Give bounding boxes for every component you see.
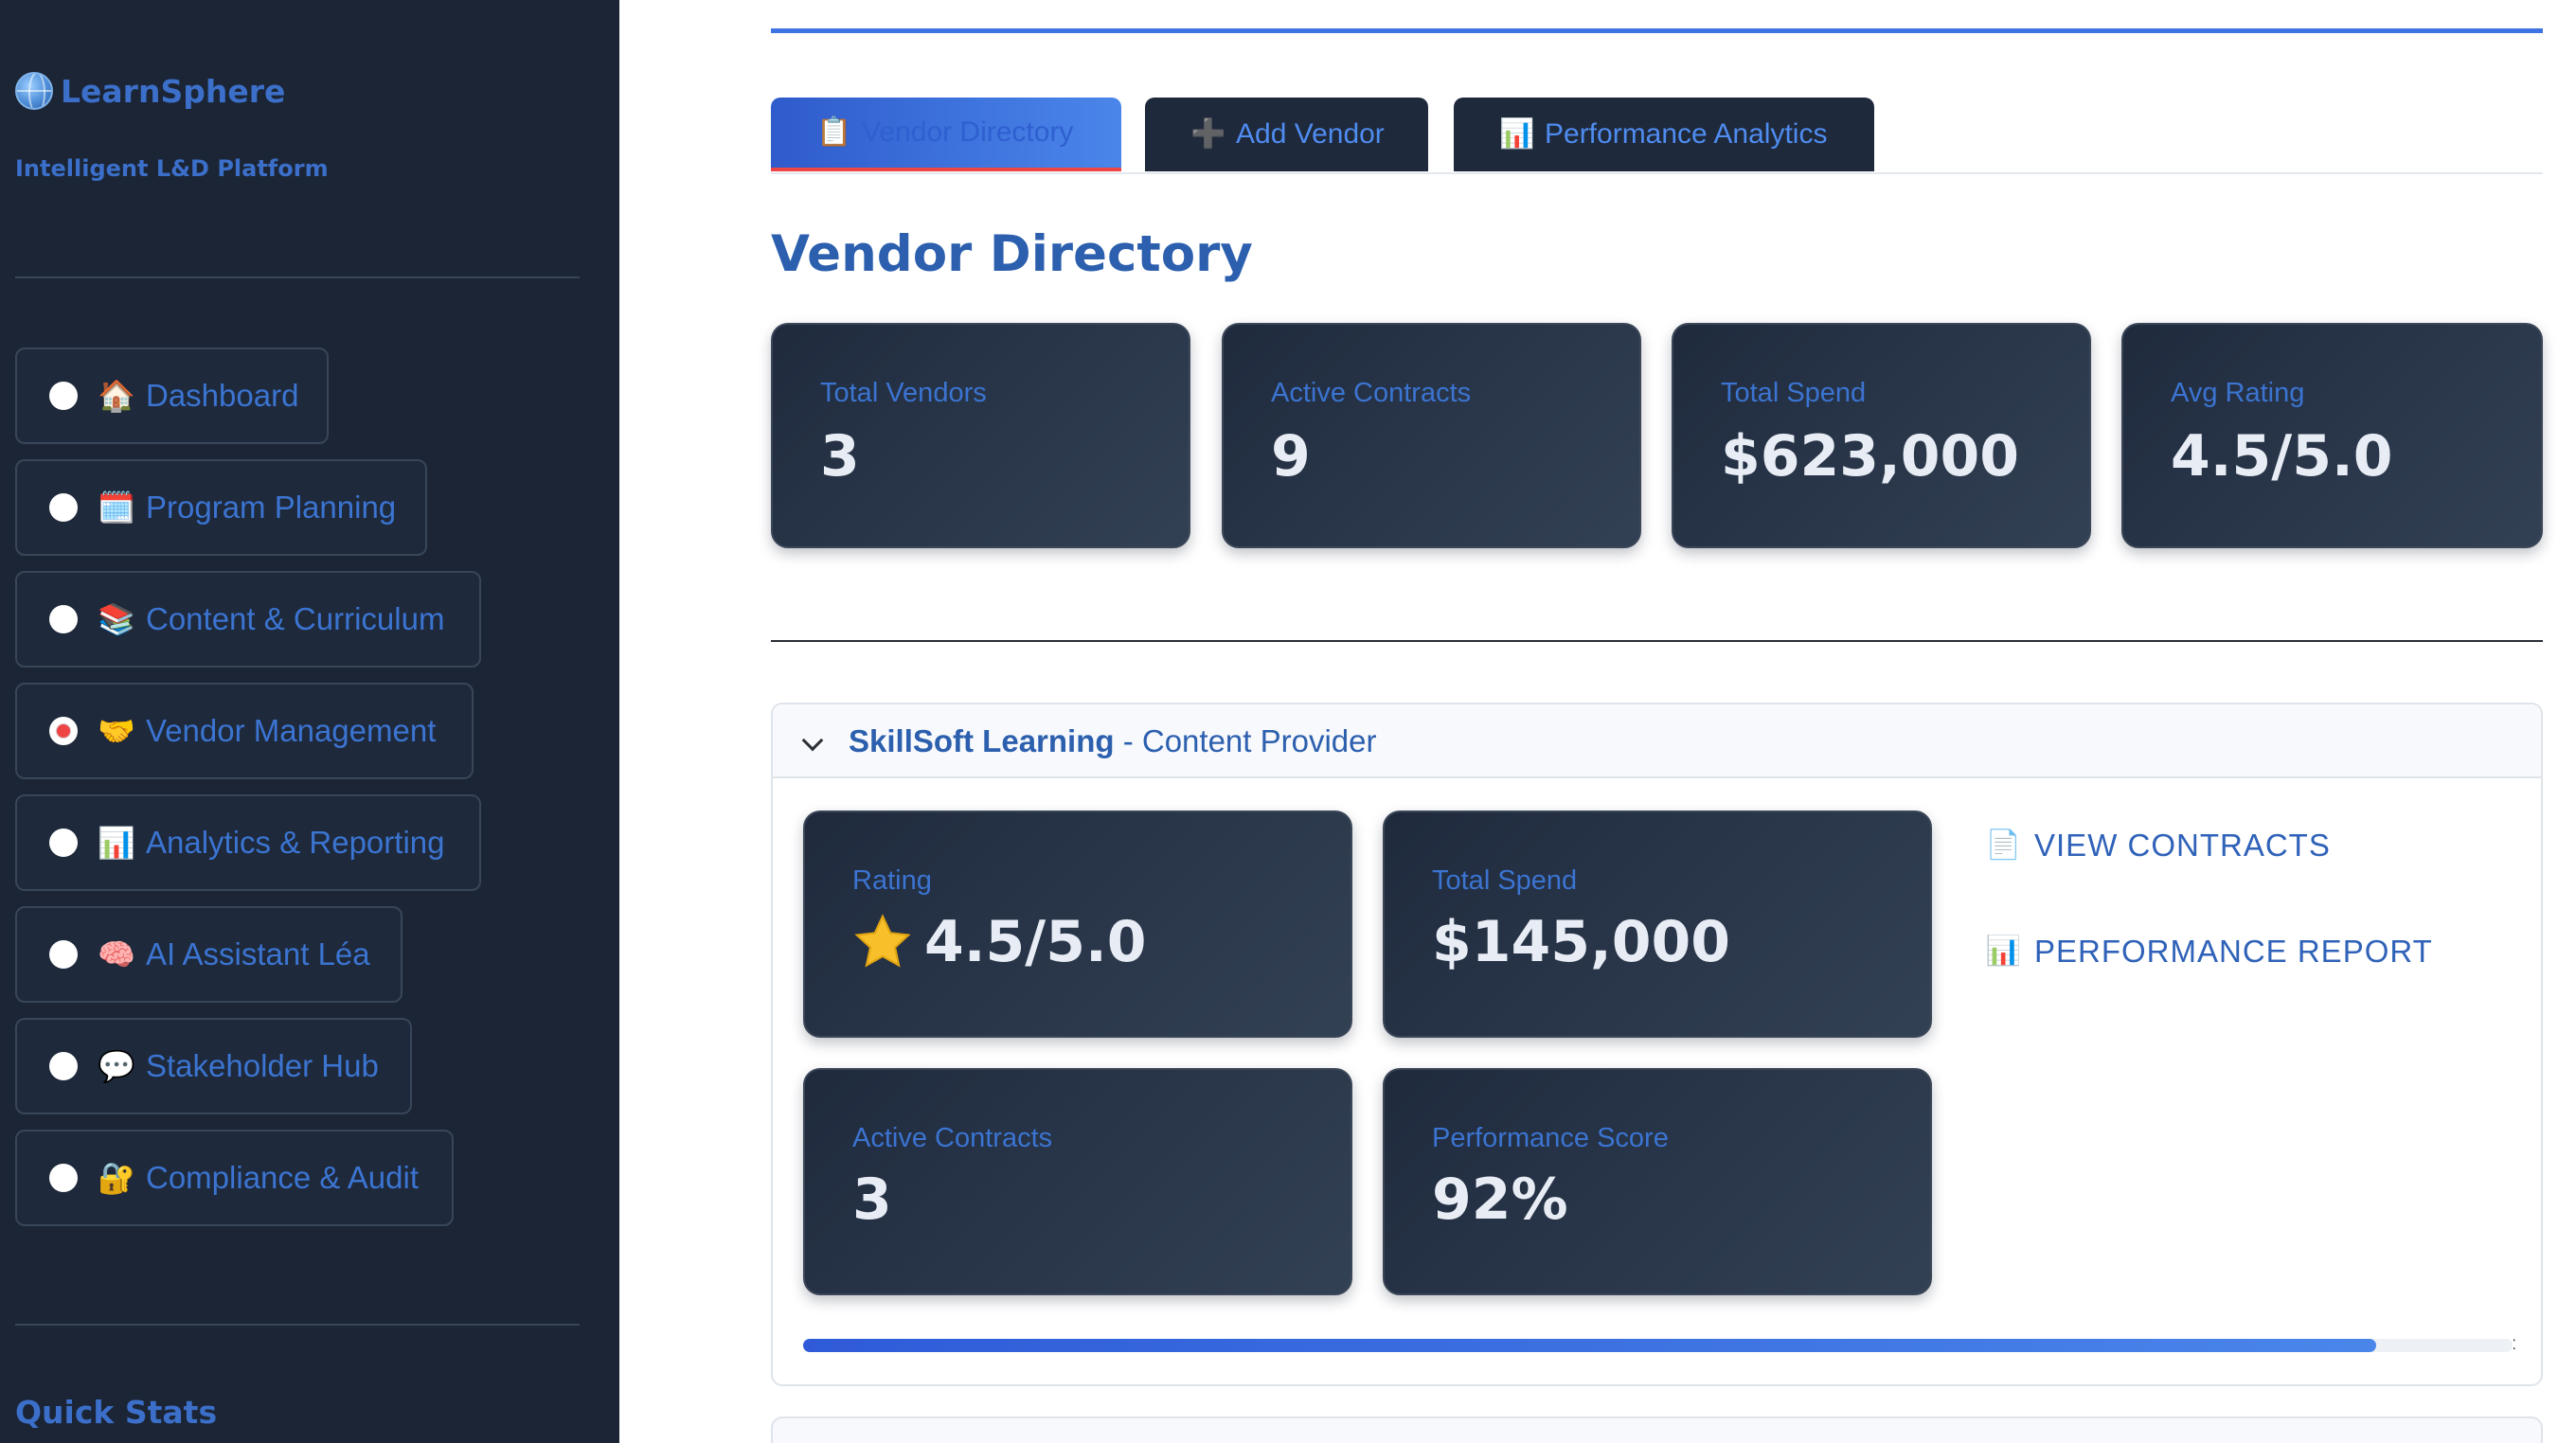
tab-label: Performance Analytics [1545, 118, 1828, 150]
view-contracts-button[interactable]: 📄 VIEW CONTRACTS [1985, 828, 2331, 864]
sidebar-divider [15, 276, 580, 278]
metric-value: 3 [852, 1167, 892, 1233]
sidebar-item-ai-assistant[interactable]: 🧠 AI Assistant Léa [15, 906, 402, 1003]
section-divider [771, 640, 2543, 642]
speech-bubble-icon: 💬 [98, 1048, 135, 1084]
radio-ai-assistant[interactable] [49, 940, 78, 969]
page-title: Vendor Directory [771, 225, 1253, 283]
metric-label: Total Spend [1721, 378, 1867, 408]
lock-key-icon: 🔐 [98, 1160, 135, 1196]
house-icon: 🏠 [98, 378, 135, 414]
vendor-rating-card: Rating 4.5/5.0 [803, 811, 1352, 1038]
metric-label: Active Contracts [852, 1123, 1053, 1153]
vendor-score-card: Performance Score 92% [1383, 1068, 1932, 1295]
metric-value: 3 [820, 423, 860, 490]
calendar-icon: 🗓️ [98, 490, 135, 526]
vendor-spend-card: Total Spend $145,000 [1383, 811, 1932, 1038]
tab-vendor-directory[interactable]: 📋 Vendor Directory [771, 98, 1121, 171]
sidebar-item-stakeholder-hub[interactable]: 💬 Stakeholder Hub [15, 1018, 412, 1114]
metric-value: $623,000 [1721, 423, 2020, 490]
star-icon [854, 914, 911, 968]
performance-progress-bar: ⁚ [803, 1337, 2516, 1352]
sidebar-divider [15, 1324, 580, 1326]
sidebar-item-analytics-reporting[interactable]: 📊 Analytics & Reporting [15, 794, 481, 891]
vendor-title: SkillSoft Learning - Content Provider [849, 723, 1377, 759]
sidebar-item-label: Program Planning [146, 490, 397, 525]
sidebar-item-label: AI Assistant Léa [146, 936, 370, 971]
tab-performance-analytics[interactable]: 📊 Performance Analytics [1454, 98, 1874, 171]
sidebar-item-label: Content & Curriculum [146, 601, 445, 636]
action-label: PERFORMANCE REPORT [2034, 934, 2433, 969]
radio-compliance-audit[interactable] [49, 1164, 78, 1192]
bar-chart-icon: 📊 [1985, 935, 2023, 968]
vendor-expander: SkillSoft Learning - Content Provider Ra… [771, 703, 2543, 1386]
clipboard-icon: 📋 [816, 116, 852, 149]
document-icon: 📄 [1985, 828, 2023, 862]
metric-label: Avg Rating [2171, 378, 2305, 408]
sidebar-item-label: Compliance & Audit [146, 1160, 419, 1195]
action-label: VIEW CONTRACTS [2034, 828, 2331, 863]
vendor-name: SkillSoft Learning [849, 723, 1115, 758]
performance-progress-fill [803, 1339, 2376, 1352]
metric-label: Active Contracts [1271, 378, 1472, 408]
tab-add-vendor[interactable]: ➕ Add Vendor [1145, 98, 1428, 171]
vendor-rating-value: 4.5/5.0 [924, 909, 1147, 975]
vendor-type: - Content Provider [1114, 723, 1377, 758]
sidebar-item-vendor-management[interactable]: 🤝 Vendor Management [15, 683, 474, 779]
metric-avg-rating: Avg Rating 4.5/5.0 [2121, 323, 2543, 548]
globe-icon [15, 72, 53, 110]
radio-analytics-reporting[interactable] [49, 828, 78, 857]
vendor-contracts-card: Active Contracts 3 [803, 1068, 1352, 1295]
brand-tagline: Intelligent L&D Platform [15, 155, 329, 182]
metric-label: Rating [852, 865, 932, 896]
metric-value: 92% [1432, 1167, 1568, 1233]
books-icon: 📚 [98, 601, 135, 637]
performance-report-button[interactable]: 📊 PERFORMANCE REPORT [1985, 934, 2433, 970]
tab-label: Vendor Directory [862, 116, 1074, 148]
metric-value: 9 [1271, 423, 1311, 490]
sidebar-item-label: Analytics & Reporting [146, 825, 445, 860]
chevron-down-icon[interactable] [801, 729, 824, 752]
sidebar-item-compliance-audit[interactable]: 🔐 Compliance & Audit [15, 1130, 454, 1226]
brand-name: LearnSphere [61, 72, 286, 110]
metric-total-vendors: Total Vendors 3 [771, 323, 1190, 548]
metric-value: 4.5/5.0 [2171, 423, 2393, 490]
metric-label: Performance Score [1432, 1123, 1669, 1153]
radio-dashboard[interactable] [49, 382, 78, 410]
top-accent-rule [771, 28, 2543, 33]
brand[interactable]: LearnSphere [15, 72, 285, 110]
tab-underline [771, 172, 2543, 174]
sidebar-item-label: Vendor Management [146, 713, 437, 748]
metric-value: $145,000 [1432, 909, 1731, 975]
bar-chart-icon: 📊 [98, 825, 135, 861]
radio-vendor-management[interactable] [49, 717, 78, 745]
radio-program-planning[interactable] [49, 493, 78, 522]
sidebar-item-label: Dashboard [146, 378, 299, 413]
metric-active-contracts: Active Contracts 9 [1222, 323, 1641, 548]
sidebar: LearnSphere Intelligent L&D Platform 🏠 D… [0, 0, 619, 1443]
bar-chart-icon: 📊 [1499, 117, 1535, 151]
radio-content-curriculum[interactable] [49, 605, 78, 633]
next-vendor-expander[interactable] [771, 1416, 2543, 1443]
vendor-expander-header[interactable]: SkillSoft Learning - Content Provider [773, 704, 2541, 778]
metric-total-spend: Total Spend $623,000 [1672, 323, 2091, 548]
tab-label: Add Vendor [1236, 118, 1385, 150]
handshake-icon: 🤝 [98, 713, 135, 749]
sidebar-item-program-planning[interactable]: 🗓️ Program Planning [15, 459, 427, 556]
progress-end-marker: ⁚ [2512, 1337, 2516, 1352]
sidebar-item-label: Stakeholder Hub [146, 1048, 379, 1083]
plus-icon: ➕ [1190, 117, 1226, 151]
radio-stakeholder-hub[interactable] [49, 1052, 78, 1080]
metric-value: 4.5/5.0 [852, 909, 1147, 975]
metric-label: Total Vendors [820, 378, 987, 408]
sidebar-item-content-curriculum[interactable]: 📚 Content & Curriculum [15, 571, 481, 668]
sidebar-item-dashboard[interactable]: 🏠 Dashboard [15, 347, 329, 444]
brain-icon: 🧠 [98, 936, 135, 972]
metric-label: Total Spend [1432, 865, 1578, 896]
quick-stats-heading: Quick Stats [15, 1394, 218, 1431]
